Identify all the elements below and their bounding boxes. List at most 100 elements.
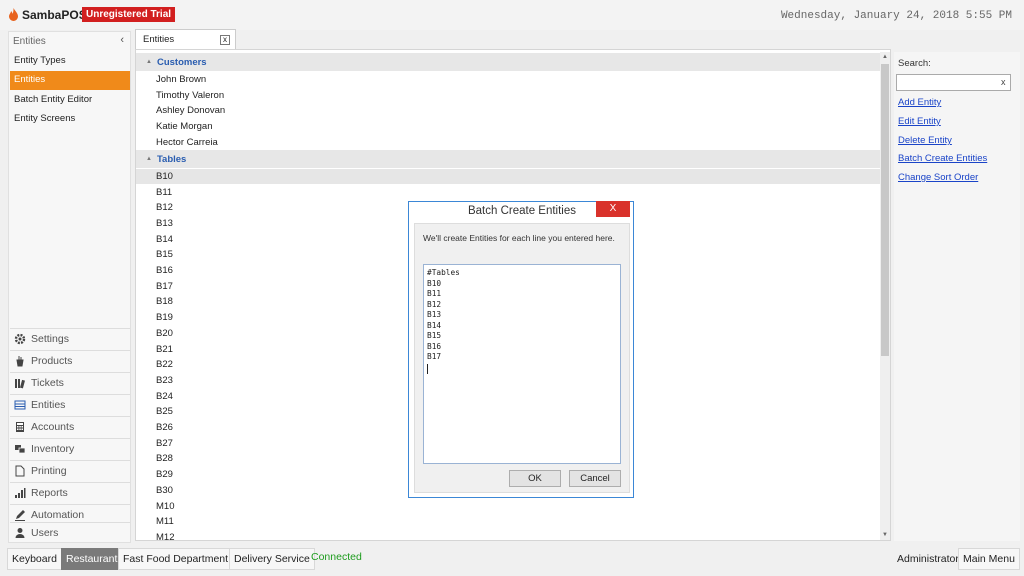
list-scrollbar[interactable]: ▲ ▼ xyxy=(880,52,890,540)
brand-name: SambaPOS xyxy=(22,8,87,22)
text-line: B14 xyxy=(427,320,442,330)
sidebar-item-label: Entities xyxy=(14,74,46,85)
nav-printing[interactable]: Printing xyxy=(10,460,130,481)
datetime-display: Wednesday, January 24, 2018 5:55 PM xyxy=(780,10,1012,22)
sidebar-item-label: Batch Entity Editor xyxy=(14,94,93,105)
nav-label: Printing xyxy=(31,465,67,477)
edit-entity-link[interactable]: Edit Entity xyxy=(898,116,941,127)
list-item[interactable]: M12 xyxy=(136,530,881,540)
scroll-thumb[interactable] xyxy=(881,64,889,356)
right-action-panel: Search: x Add Entity Edit Entity Delete … xyxy=(894,52,1020,541)
status-bar: Keyboard Restaurant Fast Food Department… xyxy=(0,545,1024,576)
dialog-message: We'll create Entities for each line you … xyxy=(423,233,615,243)
change-sort-order-link[interactable]: Change Sort Order xyxy=(898,172,978,183)
close-icon[interactable]: x xyxy=(220,35,230,45)
group-label: Customers xyxy=(156,56,207,68)
text-line: B16 xyxy=(427,341,442,351)
list-item[interactable]: M11 xyxy=(136,514,881,530)
connection-status: Connected xyxy=(311,551,362,563)
list-item[interactable]: Katie Morgan xyxy=(136,119,881,135)
tickets-icon xyxy=(15,379,25,389)
list-item[interactable]: Timothy Valeron xyxy=(136,87,881,103)
nav-label: Automation xyxy=(31,509,85,521)
list-item[interactable]: M10 xyxy=(136,498,881,514)
collapse-arrow-icon[interactable]: ▲ xyxy=(146,156,152,162)
text-line: B12 xyxy=(427,299,442,309)
text-line: B11 xyxy=(427,289,442,298)
restaurant-button[interactable]: Restaurant xyxy=(61,548,123,570)
nav-inventory[interactable]: Inventory xyxy=(10,438,130,459)
main-menu-button[interactable]: Main Menu xyxy=(958,548,1020,570)
sidebar-item-entity-types[interactable]: Entity Types xyxy=(10,52,130,71)
nav-label: Accounts xyxy=(31,421,75,433)
entity-lines-textarea[interactable]: #Tables B10 B11 B12 B13 B14 B15 B16 B17 xyxy=(423,264,621,464)
list-item[interactable]: Ashley Donovan xyxy=(136,103,881,119)
nav-settings[interactable]: Settings xyxy=(10,328,130,349)
batch-create-entities-link[interactable]: Batch Create Entities xyxy=(898,153,987,164)
text-line: B13 xyxy=(427,310,442,319)
nav-label: Tickets xyxy=(31,377,64,389)
nav-tickets[interactable]: Tickets xyxy=(10,372,130,393)
current-user: Administrator xyxy=(897,553,959,565)
text-line: B15 xyxy=(427,331,442,340)
text-caret xyxy=(427,363,428,374)
nav-entities[interactable]: Entities xyxy=(10,394,130,415)
tab-entities[interactable]: Entities x xyxy=(135,29,236,49)
add-entity-link[interactable]: Add Entity xyxy=(898,97,941,108)
text-line: B10 xyxy=(427,278,442,288)
calculator-icon xyxy=(16,422,24,432)
delivery-service-button[interactable]: Delivery Service xyxy=(229,548,315,570)
nav-label: Inventory xyxy=(31,443,75,455)
sidebar-item-entities[interactable]: Entities xyxy=(10,71,130,90)
title-bar: SambaPOS Unregistered Trial Wednesday, J… xyxy=(0,0,1024,30)
fast-food-department-button[interactable]: Fast Food Department xyxy=(118,548,234,570)
sidebar-item-batch-entity-editor[interactable]: Batch Entity Editor xyxy=(10,91,130,110)
app-logo: SambaPOS xyxy=(8,8,87,22)
list-item[interactable]: Hector Carreia xyxy=(136,134,881,150)
gear-icon xyxy=(14,333,26,345)
flame-icon xyxy=(9,8,18,21)
sidebar-item-label: Entity Screens xyxy=(14,113,76,124)
user-icon xyxy=(15,528,25,538)
nav-reports[interactable]: Reports xyxy=(10,482,130,503)
nav-products[interactable]: Products xyxy=(10,350,130,371)
clear-search-icon[interactable]: x xyxy=(1001,77,1018,87)
delete-entity-link[interactable]: Delete Entity xyxy=(898,135,952,146)
text-line: #Tables xyxy=(427,268,460,277)
nav-label: Entities xyxy=(31,399,66,411)
sidebar-item-label: Entity Types xyxy=(14,55,66,66)
left-sidebar: Entities ‹ Entity Types Entities Batch E… xyxy=(8,31,131,543)
list-item[interactable]: B11 xyxy=(136,184,881,200)
nav-label: Products xyxy=(31,355,73,367)
group-header-customers[interactable]: ▲ Customers xyxy=(136,53,881,71)
cancel-button[interactable]: Cancel xyxy=(569,470,621,487)
chevron-left-icon[interactable]: ‹ xyxy=(120,34,124,46)
scroll-up-icon[interactable]: ▲ xyxy=(880,52,890,62)
products-icon xyxy=(16,356,24,367)
search-input[interactable] xyxy=(896,74,1011,91)
scroll-down-icon[interactable]: ▼ xyxy=(880,530,890,540)
collapse-arrow-icon[interactable]: ▲ xyxy=(146,59,152,65)
inventory-icon xyxy=(15,445,26,454)
tab-label: Entities xyxy=(143,34,175,45)
text-line: B17 xyxy=(427,352,442,361)
search-label: Search: xyxy=(898,58,931,69)
nav-label: Users xyxy=(31,527,59,539)
list-item[interactable]: B10 xyxy=(136,168,881,185)
keyboard-button[interactable]: Keyboard xyxy=(7,548,62,570)
sidebar-title: Entities xyxy=(13,36,46,47)
nav-users[interactable]: Users xyxy=(10,522,130,543)
nav-label: Reports xyxy=(31,487,68,499)
sidebar-header: Entities xyxy=(9,32,130,51)
group-header-tables[interactable]: ▲ Tables xyxy=(136,150,881,168)
batch-create-dialog: Batch Create Entities X We'll create Ent… xyxy=(408,201,634,498)
list-item[interactable]: John Brown xyxy=(136,72,881,88)
nav-accounts[interactable]: Accounts xyxy=(10,416,130,437)
entities-icon xyxy=(14,400,26,410)
close-icon[interactable]: X xyxy=(596,201,630,217)
pencil-icon xyxy=(15,510,25,521)
group-label: Tables xyxy=(156,153,187,165)
ok-button[interactable]: OK xyxy=(509,470,561,487)
nav-label: Settings xyxy=(31,333,69,345)
sidebar-item-entity-screens[interactable]: Entity Screens xyxy=(10,110,130,129)
